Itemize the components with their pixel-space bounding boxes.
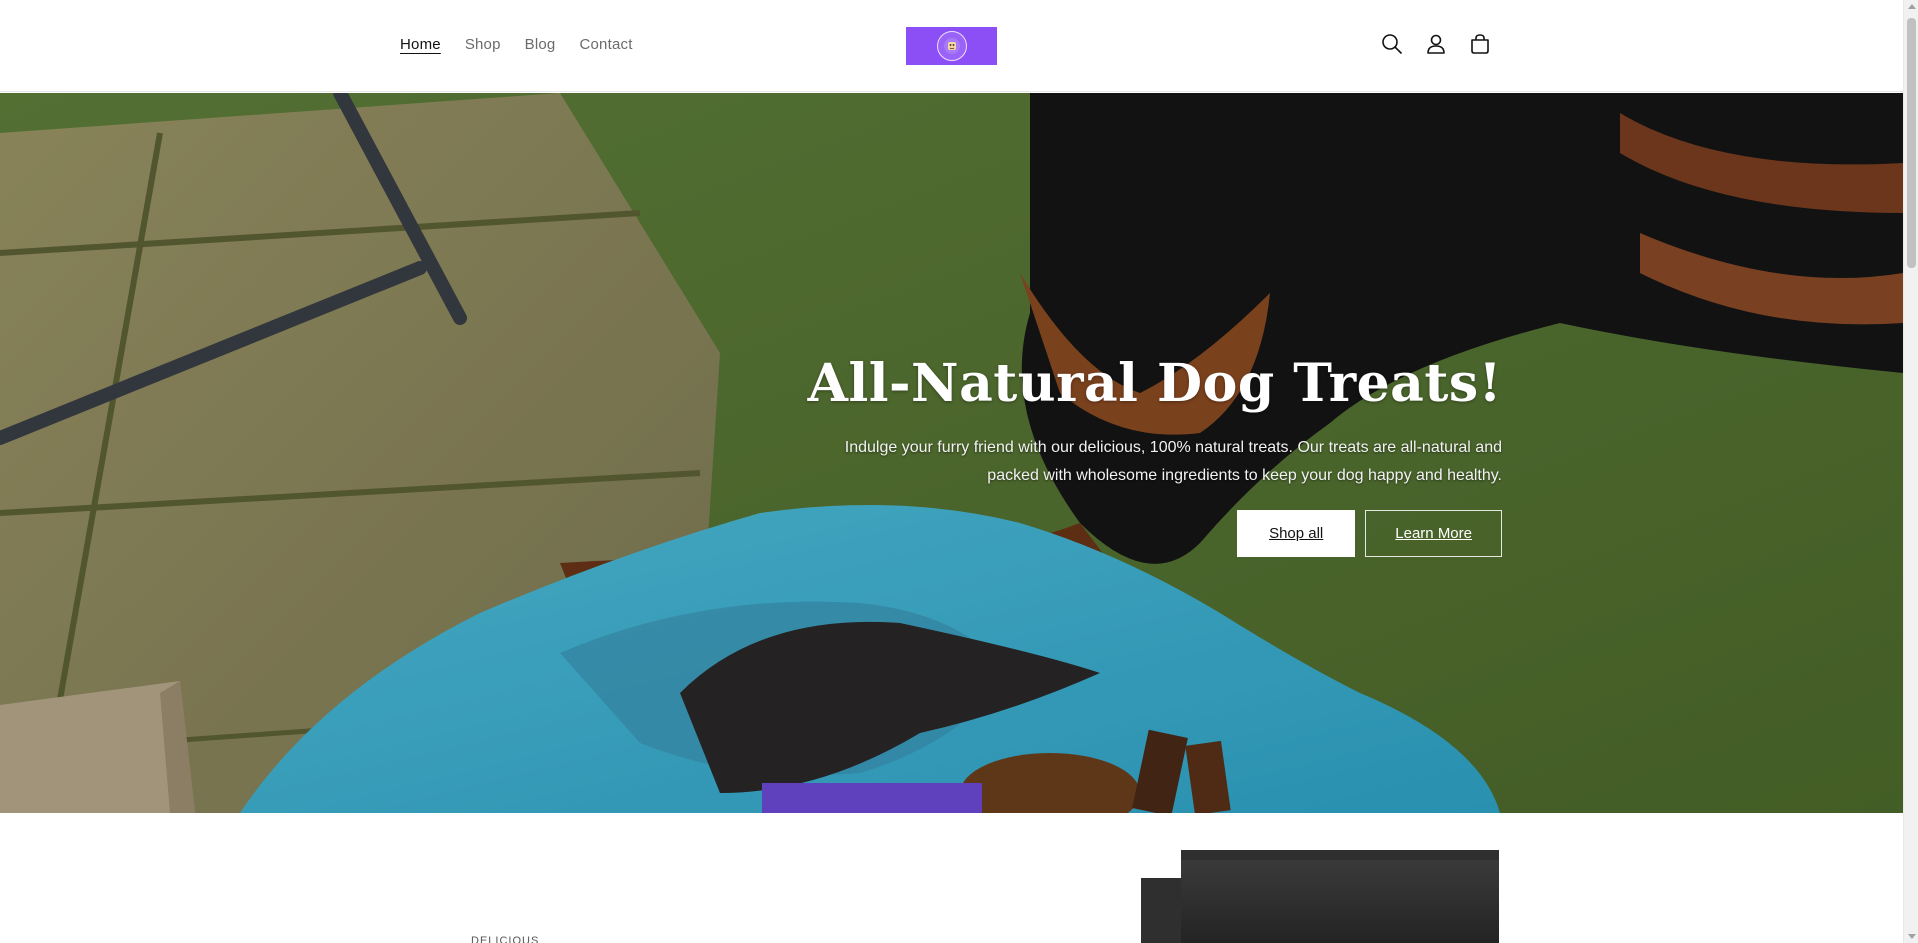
hero-subtitle: Indulge your furry friend with our delic… bbox=[802, 434, 1502, 490]
scroll-up-icon[interactable] bbox=[1908, 4, 1916, 9]
hero-title: All-Natural Dog Treats! bbox=[807, 353, 1502, 414]
scroll-down-icon[interactable] bbox=[1908, 934, 1916, 939]
hero-banner: All-Natural Dog Treats! Indulge your fur… bbox=[0, 93, 1903, 813]
account-icon[interactable] bbox=[1424, 32, 1448, 56]
site-logo[interactable] bbox=[906, 27, 997, 65]
nav-shop[interactable]: Shop bbox=[465, 36, 501, 53]
hero-buttons: Shop all Learn More bbox=[802, 510, 1502, 558]
featured-section: DELICIOUS bbox=[0, 813, 1903, 943]
nav-contact[interactable]: Contact bbox=[579, 36, 632, 53]
cart-icon[interactable] bbox=[1468, 32, 1492, 56]
header-icons bbox=[1380, 32, 1492, 56]
site-header: Home Shop Blog Contact bbox=[0, 0, 1903, 92]
featured-image-inset bbox=[1141, 850, 1181, 878]
logo-badge-icon bbox=[936, 31, 967, 61]
featured-image-shade bbox=[1181, 860, 1499, 943]
hero-subtitle-line1: Indulge your furry friend with our delic… bbox=[844, 439, 1502, 457]
nav-blog[interactable]: Blog bbox=[525, 36, 556, 53]
section-caption: DELICIOUS bbox=[471, 935, 540, 943]
nav-home[interactable]: Home bbox=[400, 36, 441, 53]
hero-subtitle-line2: packed with wholesome ingredients to kee… bbox=[987, 467, 1502, 485]
main-nav: Home Shop Blog Contact bbox=[400, 36, 657, 53]
learn-more-button[interactable]: Learn More bbox=[1365, 510, 1502, 558]
shop-all-button[interactable]: Shop all bbox=[1237, 510, 1356, 558]
search-icon[interactable] bbox=[1380, 32, 1404, 56]
page-scrollbar[interactable] bbox=[1903, 0, 1918, 943]
scrollbar-thumb[interactable] bbox=[1907, 18, 1916, 268]
hero-content: All-Natural Dog Treats! Indulge your fur… bbox=[802, 353, 1502, 558]
featured-image bbox=[1141, 850, 1499, 943]
